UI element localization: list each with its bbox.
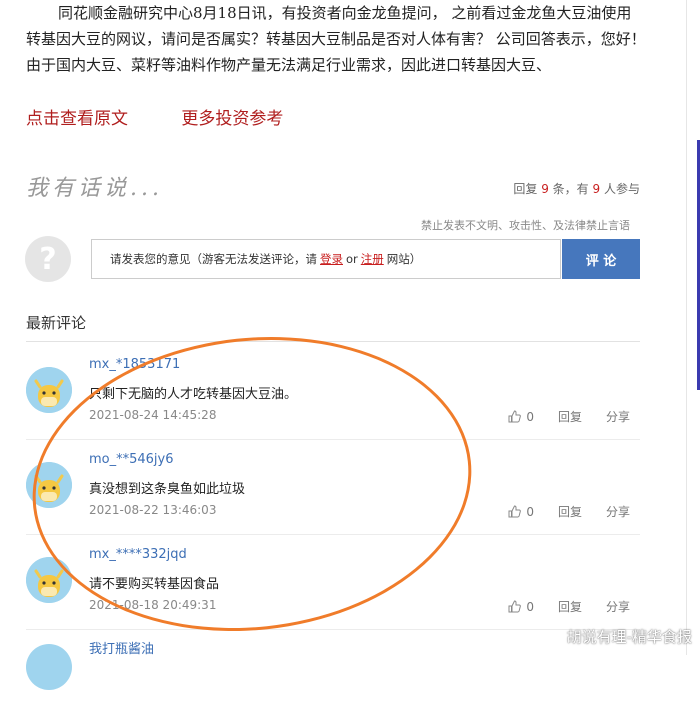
thumbs-up-icon (508, 505, 522, 518)
comment-actions: 0 回复 分享 (508, 408, 630, 425)
article-excerpt: 同花顺金融研究中心8月18日讯，有投资者向金龙鱼提问， 之前看过金龙鱼大豆油使用… (26, 0, 646, 78)
register-link[interactable]: 注册 (361, 251, 384, 267)
comment-actions: 0 回复 分享 (508, 503, 630, 520)
comment-section-title: 我有话说... (26, 176, 163, 201)
comment-input-prompt: 请发表您的意见（游客无法发送评论，请 (110, 252, 317, 266)
watermark-text: 胡说有理-精华食报 (566, 628, 692, 646)
latest-comments-divider (26, 341, 640, 342)
like-button[interactable]: 0 (508, 505, 534, 519)
comment-input-suffix: 网站） (386, 252, 422, 266)
reply-stats-mid: 条，有 (552, 182, 589, 196)
weibo-logo-icon (542, 629, 562, 645)
thumbs-up-icon (508, 410, 522, 423)
like-count: 0 (526, 599, 534, 614)
reply-count: 9 (541, 182, 549, 196)
thumbs-up-icon (508, 600, 522, 613)
weibo-watermark: 胡说有理-精华食报 (542, 626, 692, 647)
latest-comments-heading: 最新评论 (26, 314, 87, 332)
comment-actions: 0 回复 分享 (508, 598, 630, 615)
comment-time: 2021-08-18 20:49:31 (89, 598, 217, 612)
comment-text: 请不要购买转基因食品 (89, 577, 220, 592)
or-text: or (346, 252, 358, 266)
like-count: 0 (526, 504, 534, 519)
reply-stats-prefix: 回复 (513, 182, 538, 196)
comment-username[interactable]: mx_****332jqd (89, 547, 187, 562)
reply-stats: 回复 9 条，有 9 人参与 (513, 180, 640, 197)
reply-button[interactable]: 回复 (558, 408, 582, 425)
share-button[interactable]: 分享 (606, 503, 630, 520)
share-button[interactable]: 分享 (606, 408, 630, 425)
submit-comment-button[interactable]: 评 论 (562, 239, 640, 279)
like-button[interactable]: 0 (508, 410, 534, 424)
page-right-border (686, 0, 687, 655)
cow-avatar-icon (26, 557, 72, 603)
avatar (26, 644, 72, 690)
like-button[interactable]: 0 (508, 600, 534, 614)
comment-item: mx_*1853171 只剩下无脑的人才吃转基因大豆油。 2021-08-24 … (26, 345, 640, 440)
share-button[interactable]: 分享 (606, 598, 630, 615)
comment-input[interactable]: 请发表您的意见（游客无法发送评论，请 登录 or 注册 网站） (91, 239, 561, 279)
cow-avatar-icon (26, 462, 72, 508)
login-link[interactable]: 登录 (320, 251, 343, 267)
comment-time: 2021-08-24 14:45:28 (89, 408, 217, 422)
comment-text: 只剩下无脑的人才吃转基因大豆油。 (89, 387, 298, 402)
reply-button[interactable]: 回复 (558, 598, 582, 615)
comment-item: mx_****332jqd 请不要购买转基因食品 2021-08-18 20:4… (26, 535, 640, 630)
comment-username[interactable]: mo_**546jy6 (89, 452, 174, 467)
comment-username[interactable]: mx_*1853171 (89, 357, 180, 372)
comment-text: 真没想到这条臭鱼如此垃圾 (89, 482, 246, 497)
guest-avatar-question-icon: ? (25, 236, 71, 282)
article-links: 点击查看原文 更多投资参考 (26, 104, 331, 129)
comment-item: mo_**546jy6 真没想到这条臭鱼如此垃圾 2021-08-22 13:4… (26, 440, 640, 535)
like-count: 0 (526, 409, 534, 424)
comment-rules-notice: 禁止发表不文明、攻击性、及法律禁止言语 (421, 219, 630, 232)
comment-username[interactable]: 我打瓶酱油 (89, 638, 154, 657)
reply-stats-suffix: 人参与 (603, 182, 640, 196)
more-investment-link[interactable]: 更多投资参考 (181, 109, 283, 129)
reply-button[interactable]: 回复 (558, 503, 582, 520)
cow-avatar-icon (26, 367, 72, 413)
comment-time: 2021-08-22 13:46:03 (89, 503, 217, 517)
article-paragraph: 同花顺金融研究中心8月18日讯，有投资者向金龙鱼提问， 之前看过金龙鱼大豆油使用… (26, 4, 646, 74)
participant-count: 9 (592, 182, 601, 196)
view-original-link[interactable]: 点击查看原文 (26, 109, 128, 129)
